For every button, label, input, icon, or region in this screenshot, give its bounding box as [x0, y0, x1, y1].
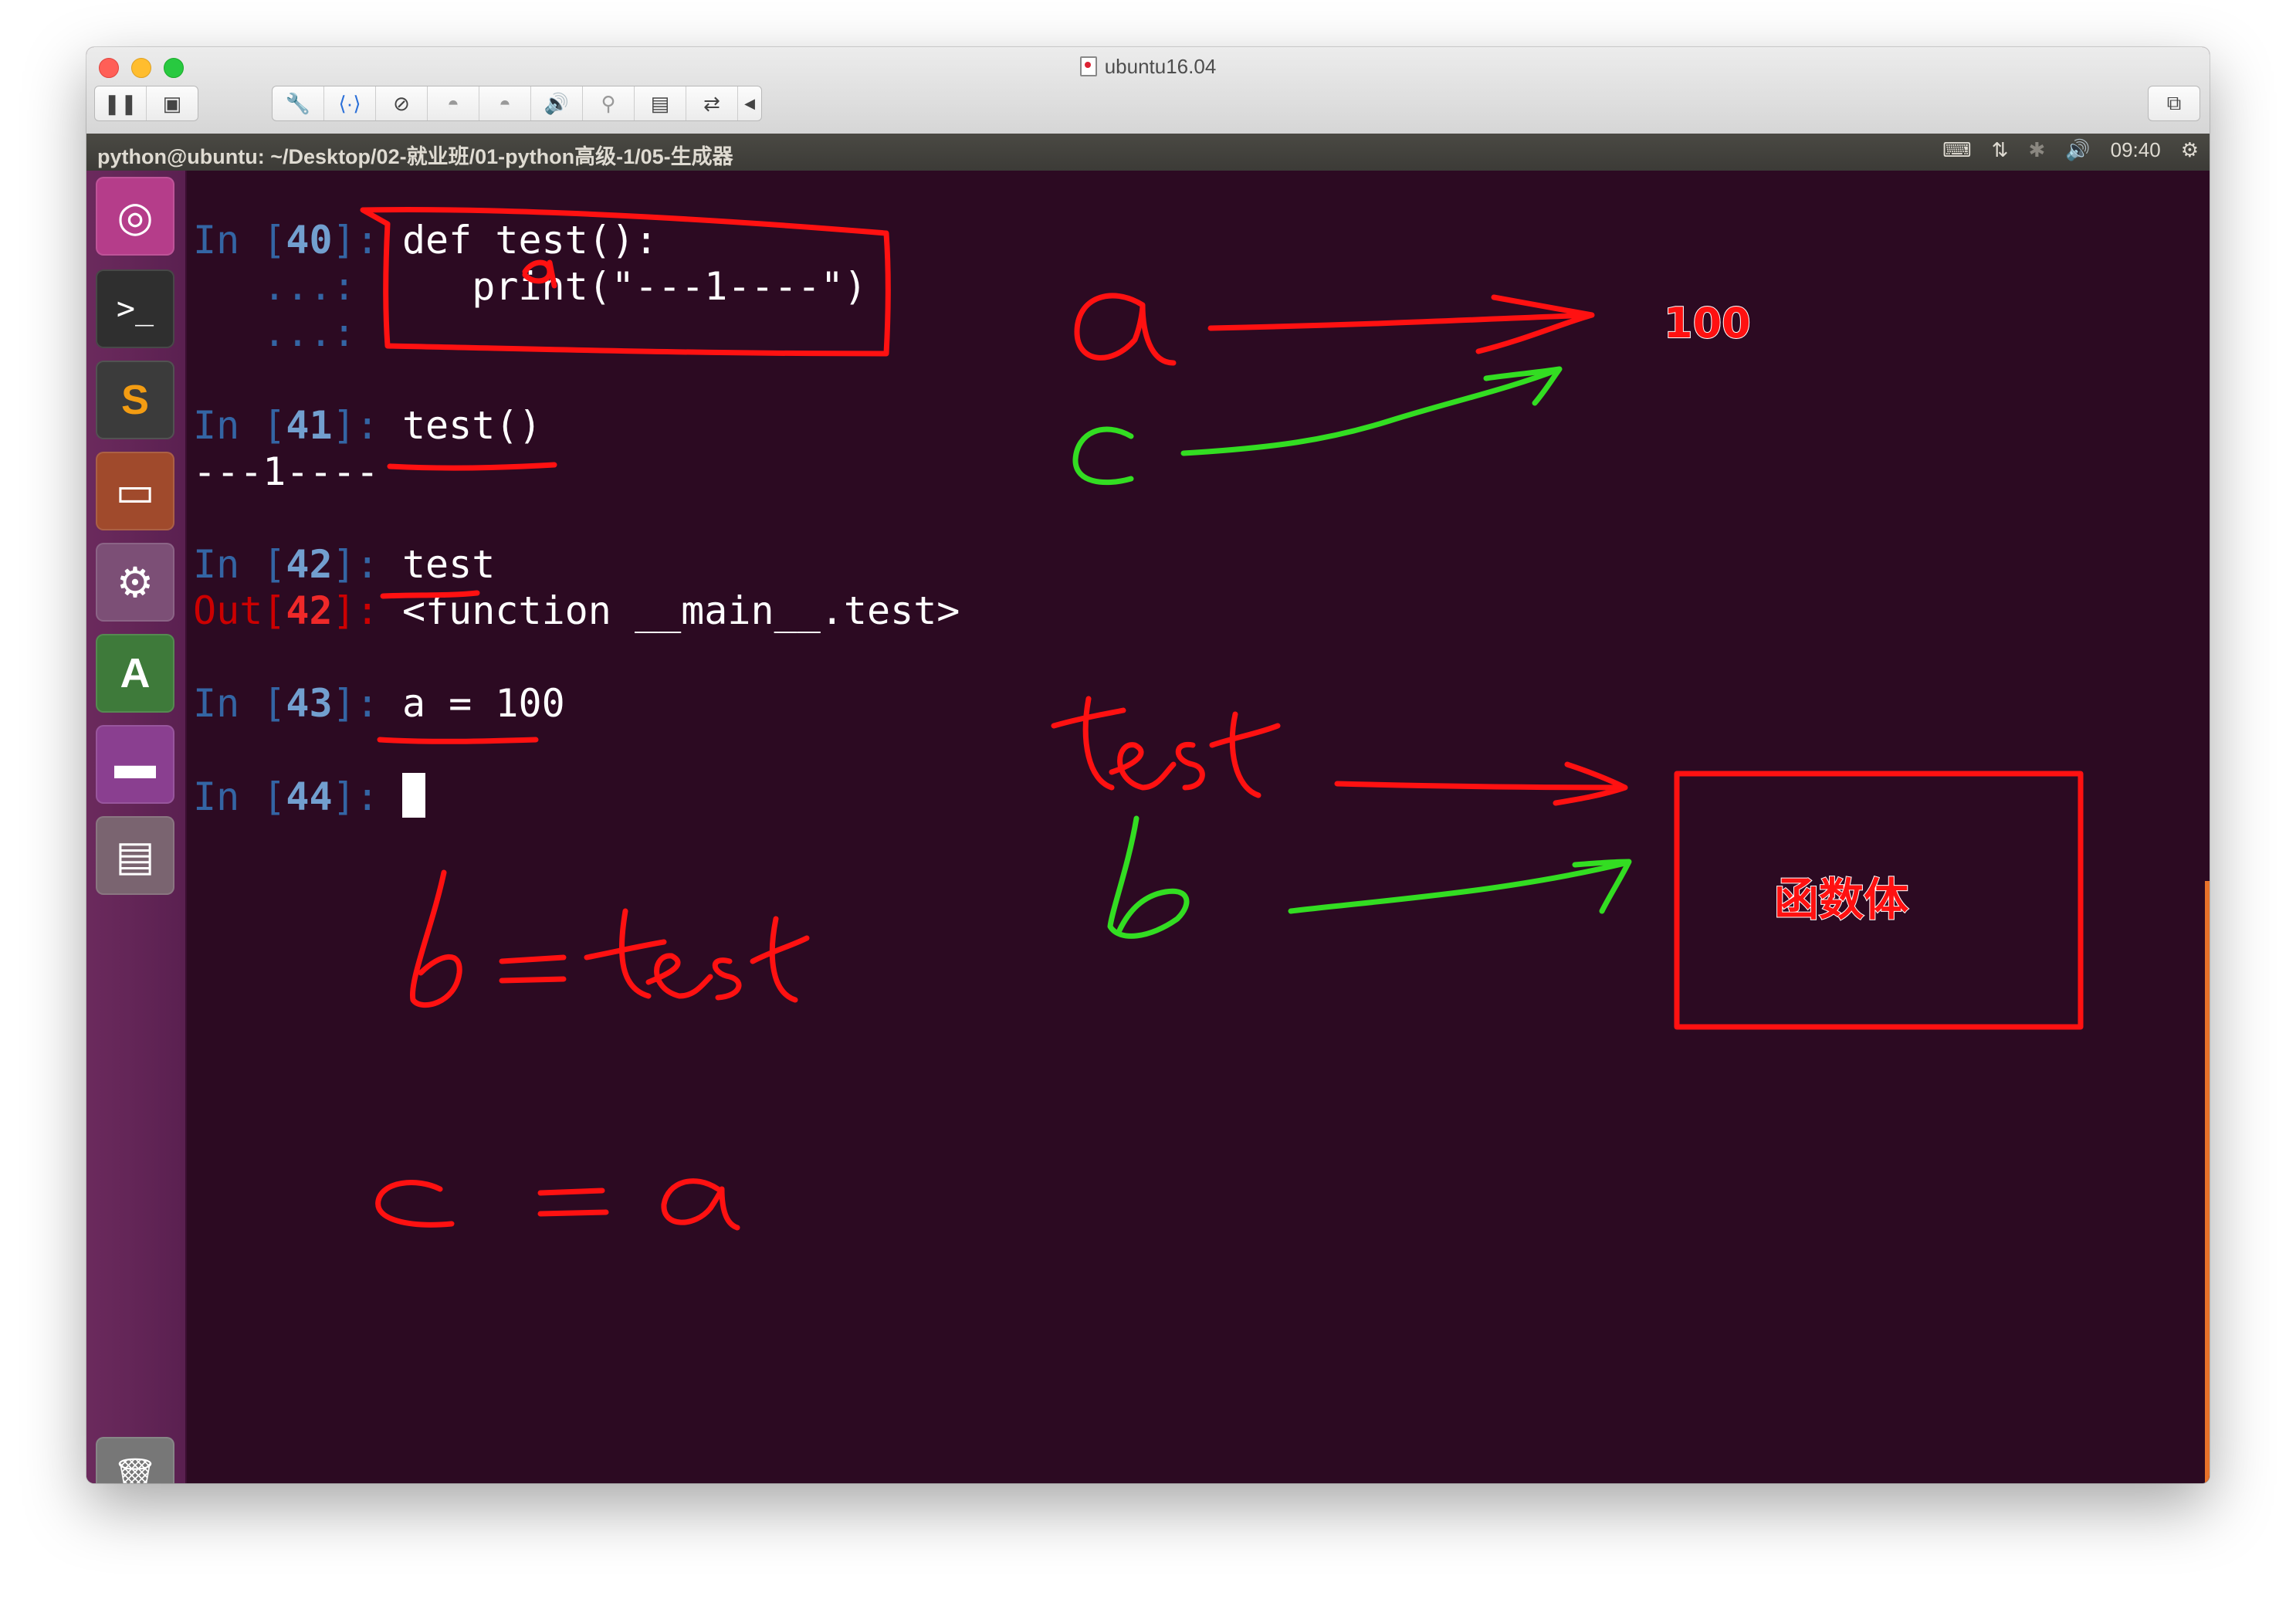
launcher-item-trash[interactable]: 🗑 [96, 1437, 174, 1483]
snapshot-button[interactable]: ▣ [147, 86, 198, 120]
scrollbar[interactable] [2205, 881, 2210, 1483]
terminal-line-cont-1: ...: print("---1----") [262, 264, 867, 309]
terminal-line-in-41: In [41]: test() [193, 403, 542, 448]
trash-icon: 🗑 [112, 1455, 158, 1484]
text-cursor [401, 773, 425, 818]
power-icon[interactable]: ⚙ [2181, 138, 2199, 162]
bluetooth-icon[interactable]: ✱ [2028, 138, 2045, 162]
fullscreen-button[interactable]: ⧉ [2149, 86, 2199, 120]
ubuntu-dash-icon: ◎ [117, 193, 154, 240]
settings-icon: 🔧 [285, 91, 311, 115]
camera-icon: ◓ [447, 91, 459, 115]
launcher-item-workspaces[interactable]: ▬ [96, 725, 174, 804]
pause-button[interactable]: ❚❚ [95, 86, 147, 120]
share-button[interactable]: ⇄ [686, 86, 738, 120]
indicator-area: ⌨ ⇅ ✱ 🔊 09:40 ⚙ [1942, 138, 2199, 162]
terminal-line-in-43: In [43]: a = 100 [193, 681, 565, 726]
terminal-line-in-40: In [40]: def test(): [193, 218, 659, 263]
launcher-item-drive[interactable]: ▤ [96, 816, 174, 895]
system-settings-icon: ⚙ [116, 559, 154, 606]
camera-button[interactable]: ◓ [428, 86, 479, 120]
launcher-item-dash[interactable]: ◎ [96, 177, 174, 256]
toolbar-devices-group: 🔧 ⟨·⟩ ⊘ ◓ ◓ 🔊 ⚲ ▤ ⇄ ◀ [272, 86, 762, 121]
terminal-line-in-42: In [42]: test [193, 542, 496, 587]
launcher-item-settings[interactable]: ⚙ [96, 543, 174, 622]
workspace-switcher-icon: ▬ [114, 741, 156, 788]
terminal-line-cont-2: ...: [262, 310, 356, 355]
clock[interactable]: 09:40 [2111, 138, 2161, 162]
sound-button[interactable]: 🔊 [531, 86, 583, 120]
floppy-icon: ▤ [650, 91, 670, 115]
ubuntu-top-panel: python@ubuntu: ~/Desktop/02-就业班/01-pytho… [86, 134, 2210, 171]
volume-icon[interactable]: 🔊 [2065, 138, 2090, 162]
terminal-output-line: ---1---- [193, 449, 379, 494]
usb-icon: ⚲ [601, 91, 616, 115]
pause-icon: ❚❚ [103, 91, 137, 115]
terminal-line-in-44: In [44]: [193, 773, 425, 820]
launcher-item-updater[interactable]: A [96, 634, 174, 713]
sublime-text-icon: S [120, 377, 150, 423]
launcher-item-terminal[interactable]: >_ [96, 269, 174, 348]
disk-icon: ⊘ [393, 91, 410, 115]
network-icon: ⟨·⟩ [338, 91, 361, 115]
sound-icon: 🔊 [544, 91, 570, 115]
usb-button[interactable]: ⚲ [583, 86, 635, 120]
disk-button[interactable]: ⊘ [376, 86, 428, 120]
fullscreen-icon: ⧉ [2166, 91, 2182, 114]
launcher-item-sublime[interactable]: S [96, 361, 174, 439]
window-title-text: ubuntu16.04 [1104, 55, 1217, 78]
settings-button[interactable]: 🔧 [273, 86, 324, 120]
launcher-item-files[interactable]: ▭ [96, 452, 174, 530]
terminal-line-out-42: Out[42]: <function __main__.test> [193, 588, 960, 633]
network-button[interactable]: ⟨·⟩ [324, 86, 376, 120]
terminal-window-title: python@ubuntu: ~/Desktop/02-就业班/01-pytho… [97, 145, 733, 168]
arrow-left-icon: ◀ [744, 95, 755, 111]
camera2-icon: ◓ [499, 91, 511, 115]
save-drive-icon: ▤ [115, 832, 155, 879]
toolbar-collapse-button[interactable]: ◀ [738, 86, 761, 120]
camera2-button[interactable]: ◓ [479, 86, 531, 120]
vm-window: ubuntu16.04 ❚❚ ▣ 🔧 ⟨·⟩ ⊘ ◓ ◓ 🔊 ⚲ ▤ ⇄ ◀ ⧉… [86, 47, 2210, 1483]
snapshot-icon: ▣ [162, 91, 182, 115]
window-titlebar: ubuntu16.04 ❚❚ ▣ 🔧 ⟨·⟩ ⊘ ◓ ◓ 🔊 ⚲ ▤ ⇄ ◀ ⧉ [86, 47, 2210, 134]
unity-launcher: ◎ >_ S ▭ ⚙ A ▬ ▤ 🗑 [86, 171, 187, 1483]
document-icon [1079, 56, 1097, 76]
files-icon: ▭ [115, 468, 155, 515]
network-indicator-icon[interactable]: ⇅ [1992, 138, 2009, 162]
terminal-area[interactable]: In [40]: def test(): ...: print("---1---… [187, 171, 2210, 1483]
share-icon: ⇄ [703, 91, 720, 115]
software-updater-icon: A [120, 650, 151, 696]
window-title: ubuntu16.04 [86, 55, 2210, 79]
keyboard-icon[interactable]: ⌨ [1942, 138, 1972, 162]
terminal-icon: >_ [116, 291, 154, 327]
toolbar-left-group: ❚❚ ▣ [94, 86, 198, 121]
toolbar-right-group: ⧉ [2148, 86, 2200, 121]
floppy-button[interactable]: ▤ [635, 86, 686, 120]
